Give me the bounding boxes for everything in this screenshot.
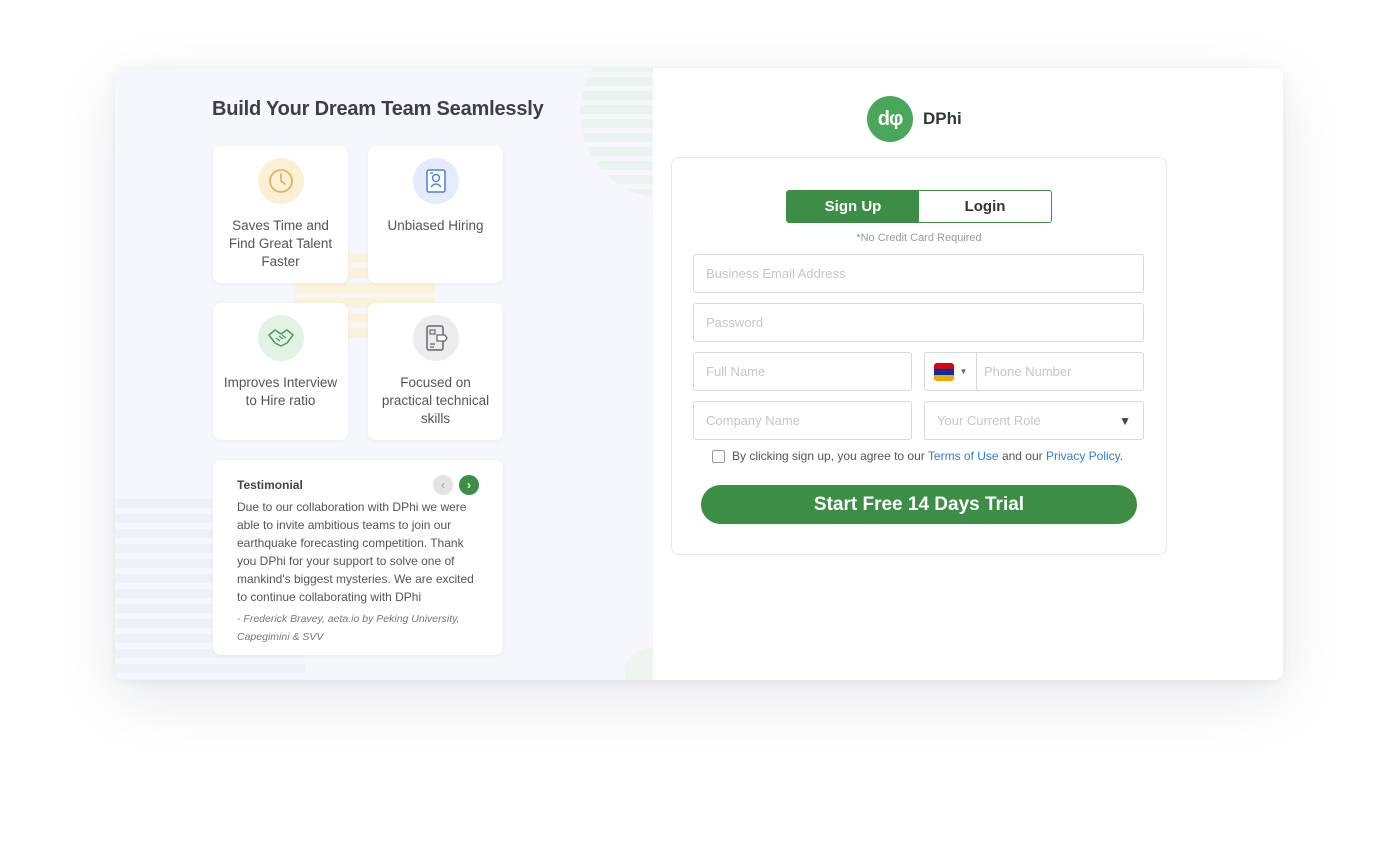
testimonial-body: Due to our collaboration with DPhi we we…: [237, 500, 474, 604]
testimonial-author: - Frederick Bravey, aeta.io by Peking Un…: [237, 613, 460, 643]
signup-modal: Build Your Dream Team Seamlessly Saves T…: [115, 68, 1283, 680]
start-trial-button[interactable]: Start Free 14 Days Trial: [701, 485, 1137, 524]
feature-label: Focused on practical technical skills: [381, 375, 490, 426]
handshake-icon: [257, 315, 304, 361]
email-field[interactable]: Business Email Address: [693, 254, 1144, 293]
signup-panel: dφ DPhi Sign Up Login *No Credit Card Re…: [653, 68, 1283, 680]
phone-placeholder: Phone Number: [984, 364, 1072, 379]
password-field[interactable]: Password: [693, 303, 1144, 342]
full-name-field[interactable]: Full Name: [693, 352, 912, 391]
features-title: Build Your Dream Team Seamlessly: [212, 98, 544, 120]
current-role-select[interactable]: Your Current Role ▼: [924, 401, 1144, 440]
agree-suffix: .: [1119, 449, 1124, 463]
tab-sign-up[interactable]: Sign Up: [787, 191, 919, 222]
testimonial-title: Testimonial: [237, 478, 303, 492]
brand-name: DPhi: [923, 109, 962, 128]
chevron-right-icon[interactable]: ›: [459, 475, 479, 495]
feature-card-saves-time: Saves Time and Find Great Talent Faster: [213, 146, 348, 283]
auth-toggle: Sign Up Login: [786, 190, 1052, 223]
privacy-policy-link[interactable]: Privacy Policy: [1046, 449, 1120, 463]
company-name-field[interactable]: Company Name: [693, 401, 912, 440]
brand: dφ DPhi: [867, 96, 962, 142]
dphi-logo-icon: dφ: [867, 96, 913, 142]
no-credit-card-note: *No Credit Card Required: [856, 232, 982, 244]
clock-icon: [257, 158, 304, 204]
features-panel: Build Your Dream Team Seamlessly Saves T…: [115, 68, 653, 680]
feature-label: Saves Time and Find Great Talent Faster: [228, 218, 333, 269]
agree-checkbox[interactable]: [712, 449, 725, 463]
caret-down-icon: ▼: [1119, 413, 1131, 428]
feature-card-unbiased-hiring: Unbiased Hiring: [368, 146, 503, 283]
decorative-circle: [580, 68, 653, 198]
role-placeholder: Your Current Role: [937, 413, 1041, 428]
terms-of-use-link[interactable]: Terms of Use: [928, 449, 999, 463]
phone-field[interactable]: ▼ Phone Number: [924, 352, 1144, 391]
country-code-select[interactable]: ▼: [925, 353, 977, 390]
terms-agreement: By clicking sign up, you agree to our Te…: [712, 449, 1123, 463]
testimonial-card: Testimonial ‹ › Due to our collaboration…: [213, 460, 503, 655]
armenia-flag-icon: [933, 362, 954, 381]
feature-label: Improves Interview to Hire ratio: [223, 375, 338, 408]
decorative-dot: [625, 648, 653, 680]
signup-form-card: Sign Up Login *No Credit Card Required B…: [671, 157, 1167, 555]
feature-card-technical-skills: Focused on practical technical skills: [368, 303, 503, 440]
skills-icon: [412, 315, 459, 361]
chevron-left-icon[interactable]: ‹: [433, 475, 453, 495]
feature-card-interview-ratio: Improves Interview to Hire ratio: [213, 303, 348, 440]
agree-middle: and our: [1001, 449, 1043, 463]
resume-icon: [412, 158, 459, 204]
tab-login[interactable]: Login: [919, 191, 1051, 222]
agree-prefix: By clicking sign up, you agree to our: [732, 449, 925, 463]
caret-down-icon: ▼: [959, 367, 968, 376]
feature-label: Unbiased Hiring: [387, 218, 484, 233]
